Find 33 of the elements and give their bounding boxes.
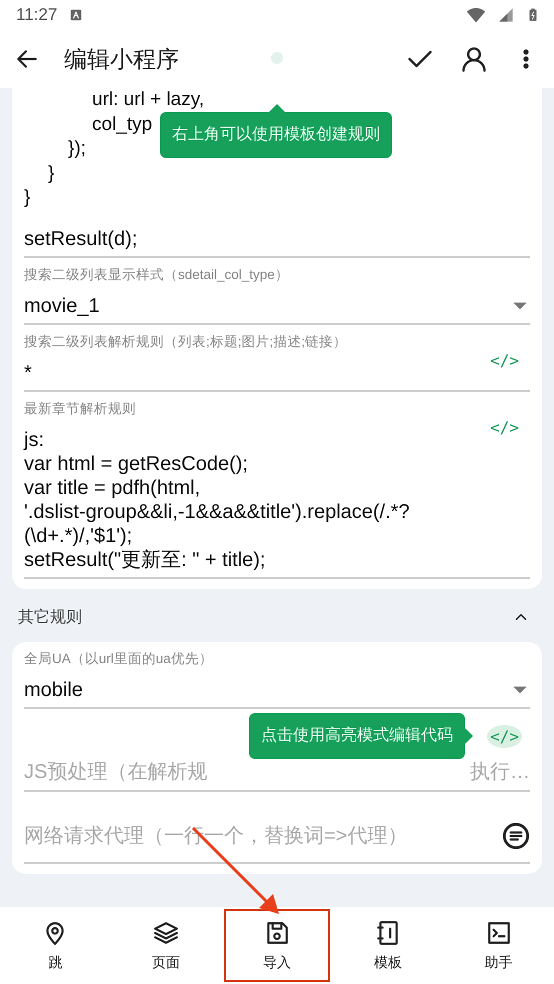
layers-icon [153,920,180,946]
field-label: 最新章节解析规则 [24,400,137,418]
terminal-icon [486,920,512,946]
tooltip: 右上角可以使用模板创建规则 [160,112,392,158]
field-label: 全局UA（以url里面的ua优先） [24,650,214,668]
code-line: }); [67,137,86,161]
field-placeholder: 执行… [470,760,530,784]
section-title: 其它规则 [18,608,82,628]
field-label: 搜索二级列表显示样式（sdetail_col_type） [24,266,290,284]
code-line: } [24,186,30,210]
input-field[interactable]: js: var html = getResCode(); var title = pdfh(html, '.dslist-group&&li,-1&&a&&title').replace(/.*? (\d+.*)/,'$1'); setResult("更新至: " + title); [24,428,478,572]
status-time: 11:27 [16,5,58,25]
select-field[interactable]: movie_1 [24,294,500,318]
wifi-icon [466,5,486,25]
field-label: 搜索二级列表解析规则（列表;标题;图片;描述;链接） [24,332,348,350]
code-line: setResult(d); [24,226,138,250]
person-icon[interactable] [460,45,488,73]
code-line: } [47,162,54,186]
signal-icon [498,7,514,23]
field-placeholder: JS预处理（在解析规 [24,760,208,784]
code-line: col_typ [91,112,152,136]
notebook-icon [374,920,401,946]
window-title: 编辑小程序 [64,44,179,74]
code-editor-icon[interactable]: </> [487,416,522,438]
target-dot [271,52,283,64]
tooltip: 点击使用高亮模式编辑代码 [249,713,466,759]
nav-item[interactable]: 导入 [222,907,332,984]
keyboard-icon [69,8,84,22]
list-icon[interactable] [502,822,530,850]
select-field[interactable]: mobile [24,678,500,702]
code-editor-icon[interactable]: </> [487,348,522,372]
input-field[interactable]: * [24,360,478,384]
code-line: url: url + lazy, [91,88,204,112]
